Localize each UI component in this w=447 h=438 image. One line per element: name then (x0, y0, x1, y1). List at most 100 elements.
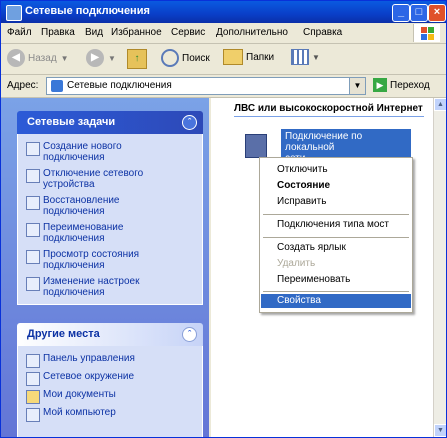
other-places-title: Другие места (27, 328, 100, 340)
views-button[interactable]: ▼ (291, 49, 320, 69)
search-button[interactable]: Поиск (161, 49, 210, 69)
back-label: Назад (28, 52, 57, 64)
network-tasks-panel: Сетевые задачи ˆ Создание нового подключе… (17, 111, 203, 305)
views-icon (291, 49, 309, 65)
menu-item-label: Создать ярлык (277, 242, 346, 253)
task-label: Восстановление (43, 195, 120, 206)
task-label: Переименование (43, 222, 124, 233)
forward-arrow-icon: ▶ (86, 49, 104, 67)
task-label-2: подключения (43, 287, 105, 298)
folders-icon (223, 49, 243, 65)
menu-item-label: Удалить (277, 258, 316, 269)
up-folder-button[interactable]: ↑ (127, 49, 147, 69)
close-button[interactable]: × (428, 4, 446, 22)
context-menu: Отключить Состояние Исправить Подключени… (259, 157, 413, 313)
explorer-window: Сетевые подключения _ □ × Файл Правка Ви… (0, 0, 447, 438)
new-connection-icon (26, 142, 40, 156)
other-places-header[interactable]: Другие места ˆ (17, 323, 203, 346)
status-icon (26, 250, 40, 264)
network-places-icon (26, 372, 40, 386)
network-folder-icon (6, 5, 22, 21)
window-title: Сетевые подключения (25, 5, 150, 17)
my-documents-icon (26, 390, 40, 404)
menu-item-properties[interactable]: Свойства (261, 294, 411, 308)
search-label: Поиск (182, 52, 210, 64)
menu-item-label: Подключения типа мост (277, 219, 389, 230)
title-bar[interactable]: Сетевые подключения _ □ × (1, 1, 446, 23)
menu-item-label: Переименовать (277, 274, 351, 285)
vertical-scrollbar[interactable]: ▲ ▼ (433, 98, 446, 437)
network-tasks-header[interactable]: Сетевые задачи ˆ (17, 111, 203, 134)
address-dropdown-icon[interactable]: ▼ (349, 78, 365, 94)
other-places-list: Панель управления Сетевое окружение Мои … (17, 346, 203, 437)
folders-label: Папки (246, 51, 275, 63)
group-divider (234, 116, 424, 117)
task-label-2: подключения (43, 260, 105, 271)
task-label: Просмотр состояния (43, 249, 140, 260)
menu-item-repair[interactable]: Исправить (261, 195, 411, 209)
forward-dropdown-icon: ▼ (108, 53, 116, 63)
search-icon (161, 49, 179, 67)
go-label: Переход (390, 79, 430, 91)
settings-icon (26, 277, 40, 291)
task-label: Отключение сетевого (43, 168, 144, 179)
go-button[interactable]: ▶ Переход (373, 78, 430, 92)
lan-connection-label[interactable]: Подключение по локальной сети (281, 129, 411, 164)
collapse-icon[interactable]: ˆ (182, 115, 197, 130)
collapse-icon[interactable]: ˆ (182, 327, 197, 342)
group-header: ЛВС или высокоскоростной Интернет (234, 103, 423, 114)
network-tasks-list: Создание нового подключения Отключение се… (17, 134, 203, 305)
menu-tools[interactable]: Сервис (171, 27, 205, 38)
menu-advanced[interactable]: Дополнительно (216, 27, 288, 38)
menu-item-label: Отключить (277, 164, 328, 175)
menu-file[interactable]: Файл (7, 27, 32, 38)
menu-item-rename[interactable]: Переименовать (261, 273, 411, 287)
rename-icon (26, 223, 40, 237)
task-label: Изменение настроек (43, 276, 140, 287)
lan-connection-icon[interactable] (245, 134, 267, 158)
place-label: Сетевое окружение (43, 371, 135, 382)
task-label-2: устройства (43, 179, 95, 190)
views-dropdown-icon: ▼ (312, 52, 320, 62)
place-label: Панель управления (43, 353, 135, 364)
task-label-2: подключения (43, 206, 105, 217)
menu-item-label: Исправить (277, 196, 327, 207)
menu-item-label: Свойства (277, 295, 321, 306)
forward-button[interactable]: ▶ ▼ (86, 49, 116, 69)
menu-item-create-shortcut[interactable]: Создать ярлык (261, 241, 411, 255)
task-pane: Сетевые задачи ˆ Создание нового подключе… (1, 98, 209, 437)
network-tasks-title: Сетевые задачи (27, 116, 116, 128)
address-value: Сетевые подключения (67, 80, 172, 91)
repair-icon (26, 196, 40, 210)
control-panel-icon (26, 354, 40, 368)
back-dropdown-icon: ▼ (60, 53, 69, 63)
menu-item-disable[interactable]: Отключить (261, 163, 411, 177)
menu-separator (263, 214, 409, 215)
menu-separator (263, 237, 409, 238)
menu-help[interactable]: Справка (303, 27, 342, 38)
my-computer-icon (26, 408, 40, 422)
back-button[interactable]: ◀ Назад ▼ (7, 49, 69, 69)
maximize-button[interactable]: □ (410, 4, 428, 22)
disable-device-icon (26, 169, 40, 183)
place-label: Мой компьютер (43, 407, 116, 418)
menu-favorites[interactable]: Избранное (111, 27, 162, 38)
folders-button[interactable]: Папки (223, 49, 274, 69)
go-arrow-icon: ▶ (373, 78, 387, 92)
address-input[interactable]: Сетевые подключения ▼ (46, 77, 366, 95)
menu-bar: Файл Правка Вид Избранное Сервис Дополни… (1, 24, 446, 44)
address-label: Адрес: (7, 80, 39, 91)
menu-item-status[interactable]: Состояние (261, 179, 411, 193)
menu-view[interactable]: Вид (85, 27, 103, 38)
scroll-down-icon[interactable]: ▼ (434, 424, 446, 437)
windows-logo-icon (413, 24, 440, 42)
minimize-button[interactable]: _ (392, 4, 410, 22)
other-places-panel: Другие места ˆ Панель управления Сетевое… (17, 323, 203, 437)
scroll-up-icon[interactable]: ▲ (434, 98, 446, 111)
network-connections-icon (51, 80, 63, 92)
menu-item-bridge[interactable]: Подключения типа мост (261, 218, 411, 232)
menu-edit[interactable]: Правка (41, 27, 75, 38)
task-label: Создание нового (43, 141, 122, 152)
back-arrow-icon: ◀ (7, 49, 25, 67)
place-label: Мои документы (43, 389, 116, 400)
